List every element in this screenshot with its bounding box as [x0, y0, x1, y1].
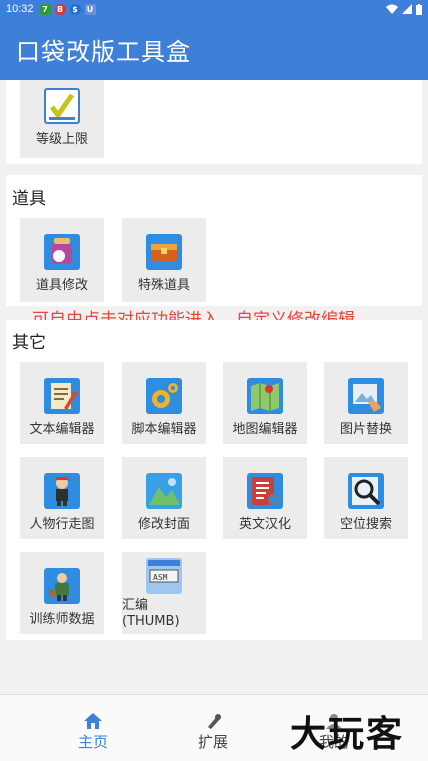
- tile-cover-edit[interactable]: 修改封面: [122, 457, 206, 539]
- home-icon: [84, 713, 102, 729]
- tile-label: 汇编 (THUMB): [122, 598, 180, 629]
- special-item-icon: [146, 234, 182, 270]
- wifi-icon: [386, 4, 398, 14]
- app-badge-icon: $: [69, 3, 81, 15]
- asm-icon: ASM: [146, 558, 182, 594]
- tile-character-walk[interactable]: 人物行走图: [20, 457, 104, 539]
- tile-label: 特殊道具: [137, 278, 190, 293]
- trainer-data-icon: [44, 568, 80, 604]
- tile-label: 地图编辑器: [232, 422, 298, 437]
- tile-label: 人物行走图: [29, 517, 95, 532]
- level-cap-icon: [44, 88, 80, 124]
- tile-image-replace[interactable]: 图片替换: [324, 362, 408, 444]
- tile-label: 道具修改: [35, 278, 88, 293]
- tile-label: 英文汉化: [238, 517, 291, 532]
- section-title-items: 道具: [12, 189, 46, 209]
- character-walk-icon: [44, 473, 80, 509]
- tile-trainer-data[interactable]: 训练师数据: [20, 552, 104, 634]
- tile-slot-search[interactable]: 空位搜索: [324, 457, 408, 539]
- tile-translate[interactable]: 英文汉化: [223, 457, 307, 539]
- nav-extend[interactable]: 扩展: [163, 695, 263, 761]
- cover-edit-icon: [146, 473, 182, 509]
- tile-script-editor[interactable]: 脚本编辑器: [122, 362, 206, 444]
- nav-label: 扩展: [197, 733, 228, 751]
- nav-home[interactable]: 主页: [43, 695, 143, 761]
- tile-label: 训练师数据: [29, 612, 95, 627]
- svg-text:ASM: ASM: [153, 573, 168, 582]
- app-badge-icon: B: [54, 3, 66, 15]
- section-title-other: 其它: [12, 333, 46, 353]
- tile-item-edit[interactable]: 道具修改: [20, 218, 104, 302]
- app-badge-icon: 7: [39, 3, 51, 15]
- battery-icon: [416, 3, 422, 15]
- tile-text-editor[interactable]: 文本编辑器: [20, 362, 104, 444]
- translate-icon: [247, 473, 283, 509]
- status-bar: 10:32 7 B $ U: [0, 0, 428, 18]
- tile-asm[interactable]: ASM 汇编 (THUMB): [122, 552, 206, 634]
- tile-map-editor[interactable]: 地图编辑器: [223, 362, 307, 444]
- app-badge-icon: U: [84, 3, 96, 15]
- item-edit-icon: [44, 234, 80, 270]
- signal-icon: [402, 4, 412, 14]
- tile-special-item[interactable]: 特殊道具: [122, 218, 206, 302]
- tile-label: 修改封面: [137, 517, 190, 532]
- map-editor-icon: [247, 378, 283, 414]
- extend-icon: [208, 714, 221, 729]
- status-time: 10:32: [6, 3, 34, 15]
- watermark-text: 大玩客: [290, 713, 405, 755]
- tile-label: 脚本编辑器: [131, 422, 197, 437]
- tile-label: 图片替换: [339, 422, 392, 437]
- slot-search-icon: [348, 473, 384, 509]
- app-title: 口袋改版工具盒: [16, 37, 191, 66]
- text-editor-icon: [44, 378, 80, 414]
- nav-label: 主页: [77, 733, 108, 751]
- tile-label: 文本编辑器: [29, 422, 95, 437]
- script-editor-icon: [146, 378, 182, 414]
- app-bar: 口袋改版工具盒: [0, 18, 428, 80]
- tile-level-cap[interactable]: 等级上限: [20, 80, 104, 158]
- image-replace-icon: [348, 378, 384, 414]
- tile-label: 等级上限: [35, 132, 88, 147]
- tile-label: 空位搜索: [339, 517, 392, 532]
